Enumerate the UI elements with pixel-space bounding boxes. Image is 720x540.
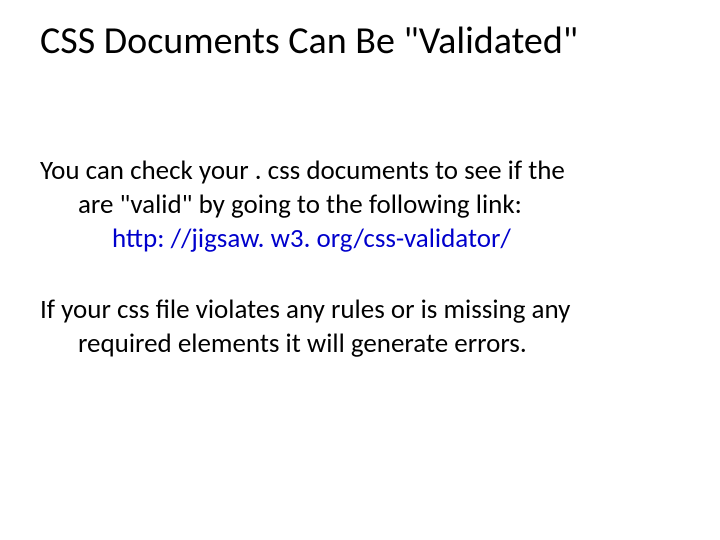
para1-line2: are "valid" by going to the following li…: [40, 188, 680, 222]
validator-link[interactable]: http: //jigsaw. w3. org/css-validator/: [40, 222, 680, 256]
paragraph-2: If your css file violates any rules or i…: [40, 293, 680, 361]
slide-title: CSS Documents Can Be "Validated": [40, 18, 680, 64]
paragraph-1: You can check your . css documents to se…: [40, 154, 680, 255]
para1-line1: You can check your . css documents to se…: [40, 154, 565, 187]
para2-line1: If your css file violates any rules or i…: [40, 293, 570, 326]
para2-line2: required elements it will generate error…: [40, 327, 680, 361]
